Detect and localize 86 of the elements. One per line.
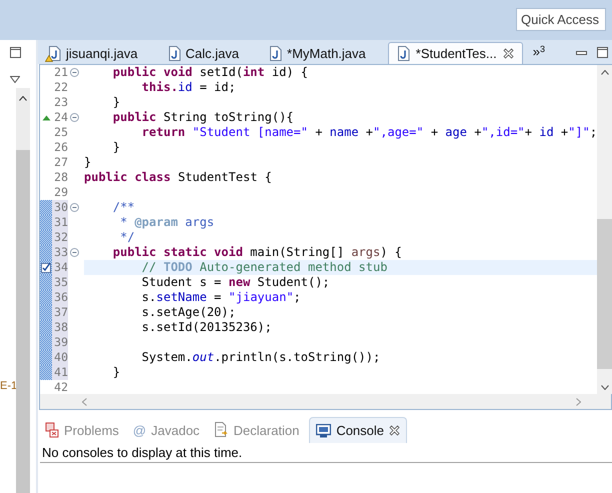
restore-window-button[interactable] (10, 46, 20, 61)
code-line: } (84, 155, 92, 169)
line-number: 39 (52, 335, 68, 350)
code-line: return "Student [name=" + name +",age=" + age +",id="+ id +"]"; (140, 125, 598, 139)
problems-icon (45, 422, 59, 438)
code-line: public static void main(String[] args) { (112, 245, 402, 259)
code-line: public String toString(){ (112, 110, 294, 124)
line-number: 22 (53, 80, 68, 95)
fold-button[interactable] (70, 113, 78, 122)
close-tab-button[interactable] (502, 48, 514, 59)
scroll-up-icon (600, 70, 609, 74)
declaration-icon (214, 422, 229, 438)
line-number: 24 (53, 110, 68, 125)
fold-button[interactable] (70, 68, 78, 77)
horizontal-scrollbar[interactable] (40, 394, 611, 409)
java-file-icon (48, 46, 61, 60)
line-number: 30 (52, 200, 68, 215)
code-line: /** (112, 200, 135, 214)
line-number: 31 (52, 215, 68, 230)
collapse-icon (70, 203, 78, 212)
line-number: 41 (52, 365, 68, 380)
code-line: } (112, 140, 120, 154)
line-number: 25 (53, 125, 68, 140)
collapse-icon (70, 113, 78, 122)
line-number: 38 (52, 320, 68, 335)
vertical-scrollbar[interactable] (597, 65, 612, 394)
line-number: 28 (53, 170, 68, 185)
vertical-scrollbar[interactable] (16, 88, 30, 493)
code-line: System.out.println(s.toString()); (140, 350, 380, 364)
code-line: s.setName = "jiayuan"; (140, 290, 301, 304)
code-line: } (112, 95, 120, 109)
line-number: 36 (52, 290, 68, 305)
maximize-button[interactable] (597, 47, 608, 58)
minimize-button[interactable] (576, 50, 587, 54)
view-tab[interactable]: Console (309, 417, 408, 443)
editor-tab[interactable]: *MyMath.java (261, 42, 384, 64)
code-line: */ (119, 230, 135, 244)
close-tab-button[interactable] (389, 425, 400, 436)
code-line: // TODO Auto-generated method stub (140, 260, 388, 274)
line-number: 37 (52, 305, 68, 320)
window-icon (10, 47, 20, 58)
minimize-icon (576, 50, 587, 54)
view-item-label: E-1 (0, 379, 16, 394)
fold-button[interactable] (70, 248, 78, 257)
maximize-icon (597, 47, 608, 58)
line-number: 40 (52, 350, 68, 365)
console-icon (316, 424, 332, 438)
line-number: 23 (53, 95, 68, 110)
line-number: 26 (53, 140, 68, 155)
editor-tab[interactable]: jisuanqi.java (40, 42, 156, 64)
code-line: s.setId(20135236); (140, 320, 272, 334)
collapse-icon (70, 248, 78, 257)
fold-button[interactable] (70, 203, 78, 212)
collapse-icon (70, 68, 78, 77)
line-number: 27 (53, 155, 68, 170)
dropdown-triangle-icon (10, 76, 20, 83)
line-number: 33 (52, 245, 68, 260)
line-number: 32 (52, 230, 68, 245)
scrollbar-thumb[interactable] (16, 150, 30, 493)
java-file-icon (396, 46, 410, 61)
at-sign-icon: @ (132, 422, 146, 438)
code-line: public void setId(int id) { (112, 65, 308, 79)
code-line: public class StudentTest { (84, 170, 272, 184)
line-number: 35 (52, 275, 68, 290)
scroll-down-icon (600, 384, 609, 390)
code-line: * @param args (119, 215, 214, 229)
code-line: this.id = id; (140, 80, 236, 94)
console-message: No consoles to display at this time. (42, 445, 242, 460)
line-number: 29 (53, 185, 68, 200)
scroll-left-icon (82, 398, 87, 406)
code-line: Student s = new Student(); (140, 275, 330, 289)
line-number: 34 (52, 260, 68, 275)
line-number: 21 (53, 65, 68, 80)
quick-access-field[interactable]: Quick Access (516, 8, 606, 31)
code-line: } (112, 365, 120, 379)
close-icon (502, 48, 514, 59)
line-number: 42 (53, 380, 68, 395)
close-icon (389, 425, 400, 436)
scroll-right-icon (576, 398, 581, 406)
code-line: s.setAge(20); (140, 305, 236, 319)
scrollbar-thumb[interactable] (597, 219, 612, 369)
scroll-up-icon (19, 96, 27, 101)
java-file-icon (269, 46, 282, 60)
editor-tab[interactable]: *StudentTes... (388, 42, 523, 64)
editor-tab[interactable]: Calc.java (160, 42, 258, 64)
java-file-icon (168, 46, 181, 60)
